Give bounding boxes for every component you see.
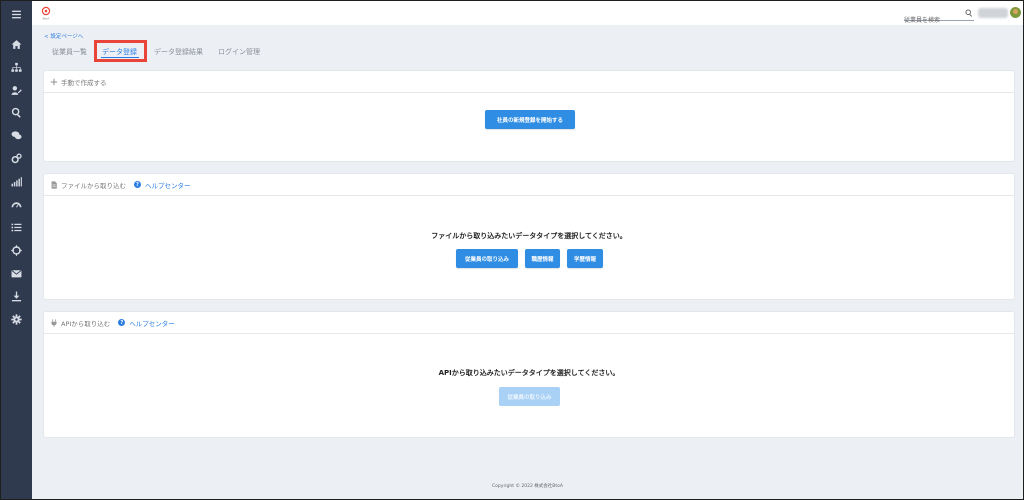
file-import-title: ファイルから取り込む bbox=[61, 181, 126, 190]
crosshair-icon[interactable] bbox=[1, 239, 32, 261]
user-edit-icon[interactable] bbox=[1, 79, 32, 101]
svg-text:BtoA: BtoA bbox=[43, 17, 50, 21]
file-icon bbox=[51, 180, 57, 189]
help-icon: ? bbox=[118, 319, 126, 326]
api-import-employees-button[interactable]: 従業員の取り込み bbox=[499, 387, 560, 406]
file-import-card: ファイルから取り込む ? ヘルプセンター ファイルから取り込みたいデータタイプを… bbox=[44, 174, 1014, 299]
file-import-prompt: ファイルから取り込みたいデータタイプを選択してください。 bbox=[431, 232, 627, 240]
mail-icon[interactable] bbox=[1, 262, 32, 284]
settings-icon[interactable] bbox=[1, 308, 32, 330]
api-help-center-link[interactable]: ? ヘルプセンター bbox=[118, 318, 175, 328]
app-window: BtoA < 設定ページへ 従業員一覧 データ登録 データ登録結果 ログイン管理… bbox=[1, 1, 1023, 499]
chat-icon[interactable] bbox=[1, 124, 32, 146]
user-name-blurred[interactable] bbox=[978, 8, 1008, 18]
file-help-center-link[interactable]: ? ヘルプセンター bbox=[134, 180, 191, 190]
manual-create-card: 手動で作成する 社員の新規登録を開始する bbox=[44, 71, 1014, 161]
dashboard-icon[interactable] bbox=[1, 193, 32, 215]
api-import-prompt: APIから取り込みたいデータタイプを選択してください。 bbox=[438, 369, 620, 377]
list-icon[interactable] bbox=[1, 216, 32, 238]
highlight-box bbox=[94, 40, 147, 62]
menu-icon[interactable] bbox=[1, 3, 32, 25]
footer-copyright: Copyright © 2022 株式会社BtoA bbox=[492, 484, 563, 489]
tab-employee-list[interactable]: 従業員一覧 bbox=[52, 47, 87, 57]
work-history-button[interactable]: 職歴情報 bbox=[525, 249, 560, 268]
tab-registration-results[interactable]: データ登録結果 bbox=[154, 47, 203, 57]
start-new-employee-button[interactable]: 社員の新規登録を開始する bbox=[485, 110, 575, 129]
search-icon[interactable] bbox=[965, 9, 973, 17]
plus-icon bbox=[50, 78, 58, 85]
gears-icon[interactable] bbox=[1, 147, 32, 169]
manual-create-header: 手動で作成する bbox=[44, 71, 1014, 93]
employee-search bbox=[904, 7, 974, 27]
sidebar bbox=[1, 1, 32, 499]
help-center-label: ヘルプセンター bbox=[129, 319, 175, 328]
tab-login-management[interactable]: ログイン管理 bbox=[218, 47, 260, 57]
download-icon[interactable] bbox=[1, 285, 32, 307]
import-employees-button[interactable]: 従業員の取り込み bbox=[456, 249, 518, 268]
home-icon[interactable] bbox=[1, 33, 32, 55]
manual-create-title: 手動で作成する bbox=[61, 78, 107, 87]
employee-search-input[interactable] bbox=[904, 14, 962, 27]
help-icon: ? bbox=[134, 181, 141, 188]
back-to-settings-link[interactable]: < 設定ページへ bbox=[44, 32, 83, 40]
file-import-header: ファイルから取り込む ? ヘルプセンター bbox=[44, 174, 1014, 196]
avatar[interactable] bbox=[1010, 7, 1021, 18]
api-import-header: APIから取り込む ? ヘルプセンター bbox=[44, 312, 1014, 334]
bar-chart-icon[interactable] bbox=[1, 170, 32, 192]
org-chart-icon[interactable] bbox=[1, 56, 32, 78]
api-import-card: APIから取り込む ? ヘルプセンター APIから取り込みたいデータタイプを選択… bbox=[44, 312, 1014, 437]
education-history-button[interactable]: 学歴情報 bbox=[567, 249, 603, 268]
plug-icon bbox=[51, 318, 57, 327]
company-logo[interactable]: BtoA bbox=[40, 6, 52, 21]
api-import-title: APIから取り込む bbox=[61, 319, 111, 328]
top-header: BtoA bbox=[32, 1, 1023, 27]
help-center-label: ヘルプセンター bbox=[145, 181, 191, 190]
search-icon[interactable] bbox=[1, 101, 32, 123]
